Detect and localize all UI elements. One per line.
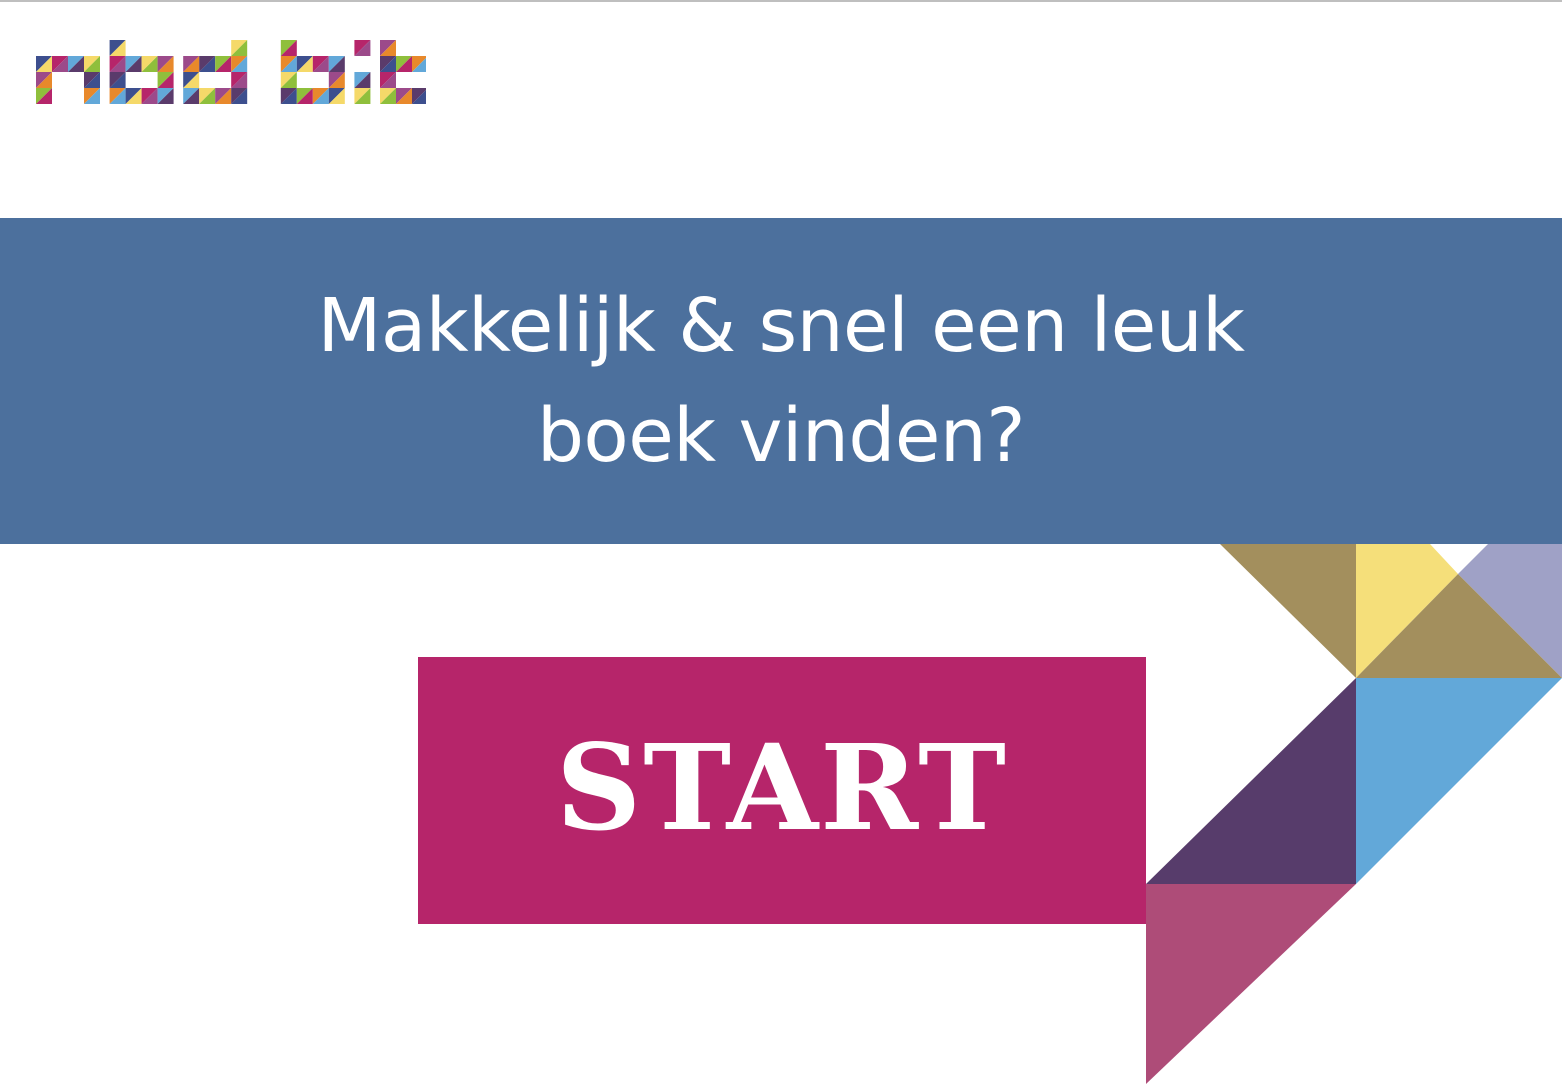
tangram-piece-olive (1220, 544, 1356, 678)
tangram-piece-pink (1146, 884, 1356, 1084)
banner-heading: Makkelijk & snel een leuk boek vinden? (317, 283, 1245, 479)
tangram-piece-purple (1146, 678, 1356, 884)
logo-icon (36, 40, 643, 104)
start-button-label: START (556, 717, 1008, 857)
start-button[interactable]: START (418, 657, 1146, 924)
tangram-icon (1146, 544, 1562, 1084)
tangram-piece-blue (1356, 678, 1562, 884)
top-divider (0, 0, 1562, 2)
landing-page: nbd biblion Makkelijk & snel een leuk bo… (0, 0, 1562, 1084)
hero-banner: Makkelijk & snel een leuk boek vinden? (0, 218, 1562, 544)
nbd-biblion-logo: nbd biblion (36, 40, 643, 104)
